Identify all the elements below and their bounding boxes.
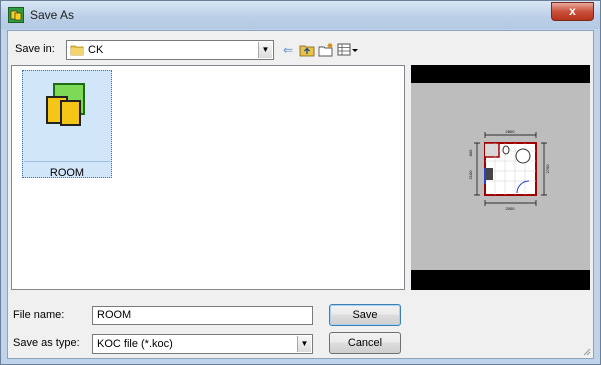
item-divider [24, 161, 110, 162]
chevron-down-icon[interactable]: ▼ [258, 42, 272, 58]
window-title: Save As [30, 8, 75, 22]
back-arrow-icon[interactable]: ⇐ [280, 42, 296, 58]
file-name-field[interactable]: ROOM [92, 306, 313, 325]
file-item-room[interactable]: ROOM [22, 70, 112, 179]
save-in-dropdown[interactable]: CK ▼ [66, 40, 274, 60]
new-folder-icon[interactable] [318, 42, 334, 58]
file-name-label: ROOM [49, 167, 85, 179]
file-name-value: ROOM [97, 309, 132, 321]
resize-grip-icon[interactable] [581, 346, 591, 356]
title-bar[interactable]: Save As x [1, 1, 600, 29]
file-list[interactable]: ROOM [11, 65, 405, 290]
save-as-type-value: KOC file (*.koc) [97, 338, 173, 350]
cancel-button[interactable]: Cancel [329, 332, 401, 354]
preview-image: 2800 2000 800 2100 2700 [411, 83, 590, 270]
dim-bottom-label: 2000 [506, 206, 516, 211]
dim-top-label: 2800 [506, 129, 516, 134]
save-in-label: Save in: [15, 43, 55, 55]
app-icon [8, 7, 24, 23]
save-as-type-dropdown[interactable]: KOC file (*.koc) ▼ [92, 334, 313, 354]
koc-file-icon [46, 83, 85, 126]
save-in-value: CK [88, 44, 104, 56]
close-icon: x [569, 4, 576, 18]
save-as-type-label: Save as type: [13, 337, 80, 349]
floor-plan-drawing: 2800 2000 800 2100 2700 [468, 129, 550, 211]
dim-right-label: 2700 [545, 164, 550, 174]
save-button[interactable]: Save [329, 304, 401, 326]
chevron-down-icon[interactable]: ▼ [297, 336, 311, 352]
preview-pane: 2800 2000 800 2100 2700 [411, 65, 590, 290]
folder-icon [70, 45, 84, 56]
dialog-body: Save in: CK ▼ ⇐ ROOM 2800 2000 800 2100 … [7, 30, 594, 359]
view-menu-icon[interactable] [337, 42, 359, 58]
up-folder-icon[interactable] [299, 42, 315, 58]
dim-left-upper-label: 800 [468, 149, 473, 156]
file-name-field-label: File name: [13, 309, 65, 321]
save-as-dialog: Save As x Save in: CK ▼ ⇐ ROOM 2800 2000… [0, 0, 601, 365]
close-button[interactable]: x [551, 2, 594, 21]
dim-left-lower-label: 2100 [468, 170, 473, 180]
